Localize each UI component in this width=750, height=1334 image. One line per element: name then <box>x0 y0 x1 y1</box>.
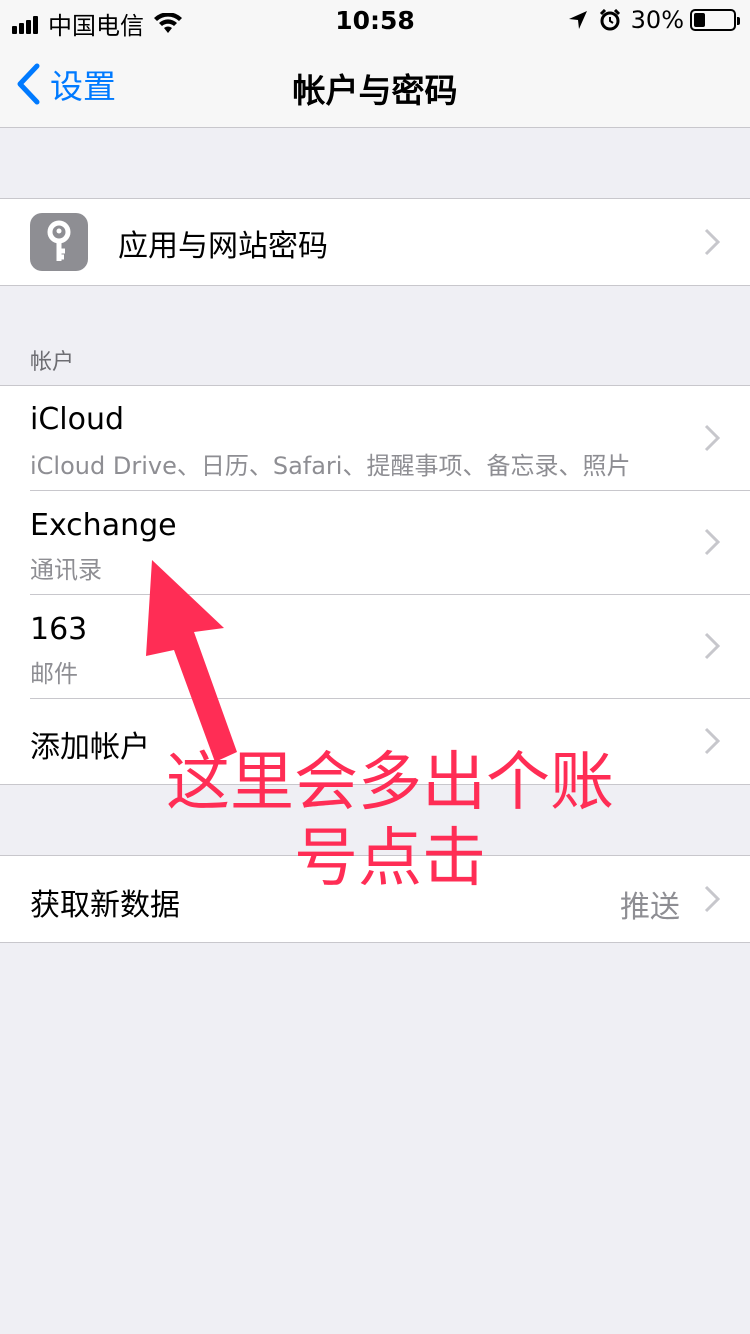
annotation-text: 这里会多出个账 号点击 <box>145 745 635 897</box>
annotation-line-2: 号点击 <box>294 822 486 896</box>
annotation-arrow-icon <box>146 560 237 762</box>
annotation-line-1: 这里会多出个账 <box>166 746 614 820</box>
